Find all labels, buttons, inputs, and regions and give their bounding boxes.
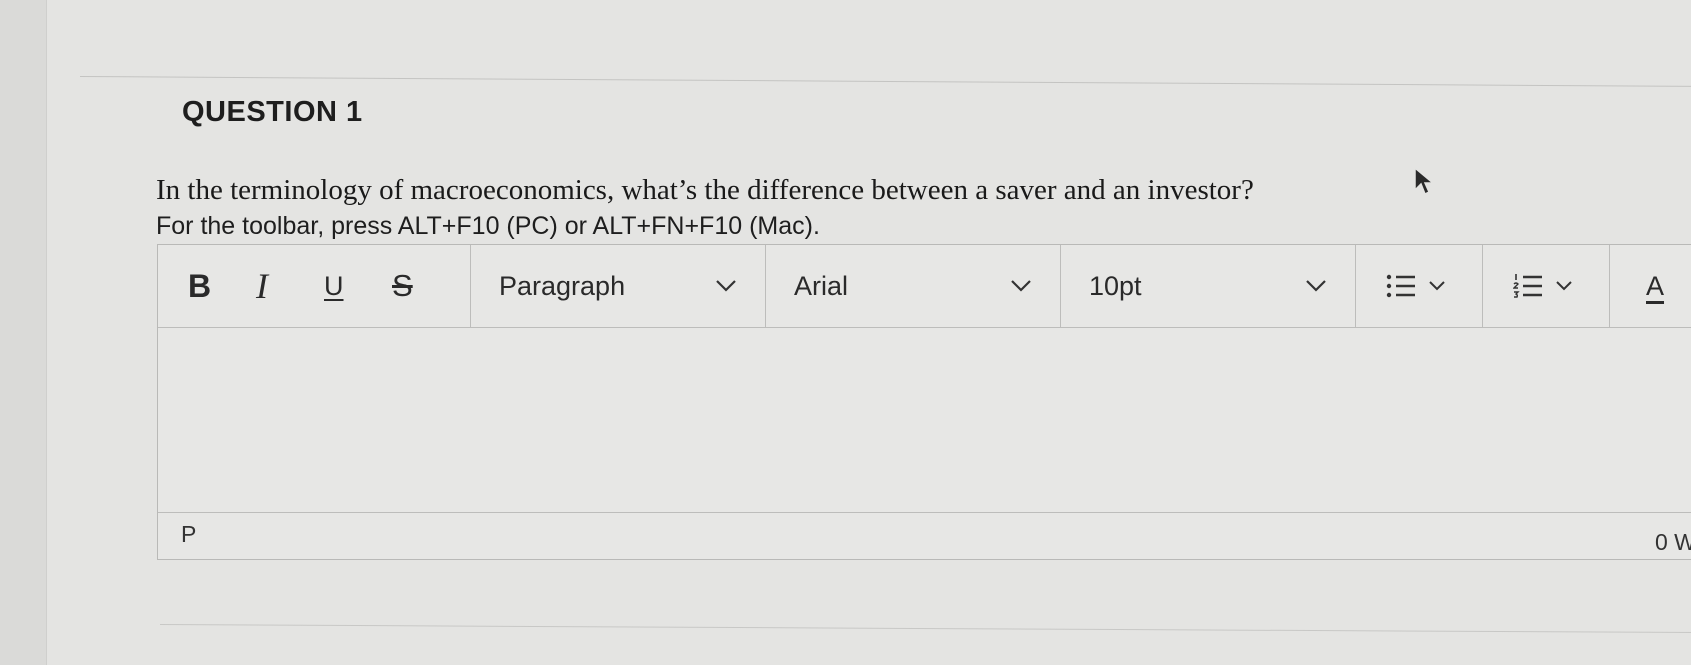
strikethrough-button[interactable]: S (392, 262, 460, 310)
bulleted-list-icon (1386, 274, 1415, 298)
chevron-down-icon (1556, 281, 1572, 291)
font-family-select[interactable]: Arial (766, 245, 1061, 327)
font-color-label: A (1646, 270, 1665, 301)
editor-status-bar: P 0 W (158, 513, 1691, 559)
chevron-down-icon (1306, 280, 1326, 292)
chevron-down-icon (716, 280, 736, 292)
block-format-value: Paragraph (499, 270, 626, 301)
font-family-value: Arial (794, 270, 849, 301)
block-format-select[interactable]: Paragraph (471, 245, 766, 327)
toolbar-hint: For the toolbar, press ALT+F10 (PC) or A… (156, 212, 820, 240)
bold-button[interactable]: B (188, 262, 256, 310)
question-divider-bottom (159, 624, 1691, 634)
italic-button[interactable]: I (256, 262, 324, 310)
editor-text-area[interactable] (158, 327, 1691, 513)
element-path-label[interactable]: P (181, 521, 196, 548)
question-title: QUESTION 1 (182, 96, 363, 128)
numbered-list-icon (1513, 274, 1542, 298)
underline-button[interactable]: U (324, 262, 392, 310)
font-color-button[interactable]: A (1610, 245, 1690, 327)
question-divider-top (79, 76, 1691, 88)
bulleted-list-button[interactable] (1356, 245, 1483, 327)
font-size-select[interactable]: 10pt (1061, 245, 1356, 327)
text-format-group: B I U S (158, 245, 471, 327)
question-text: In the terminology of macroeconomics, wh… (156, 174, 1254, 206)
chevron-down-icon (1011, 280, 1031, 292)
editor-toolbar: B I U S Paragraph Arial 10pt A (158, 245, 1691, 328)
left-margin-strip (0, 0, 47, 665)
rich-text-editor: B I U S Paragraph Arial 10pt A P 0 W (157, 244, 1691, 560)
word-count: 0 W (1655, 529, 1691, 555)
chevron-down-icon (1429, 281, 1445, 291)
mouse-cursor-icon (1414, 166, 1435, 196)
font-size-value: 10pt (1089, 270, 1142, 301)
numbered-list-button[interactable] (1483, 245, 1610, 327)
